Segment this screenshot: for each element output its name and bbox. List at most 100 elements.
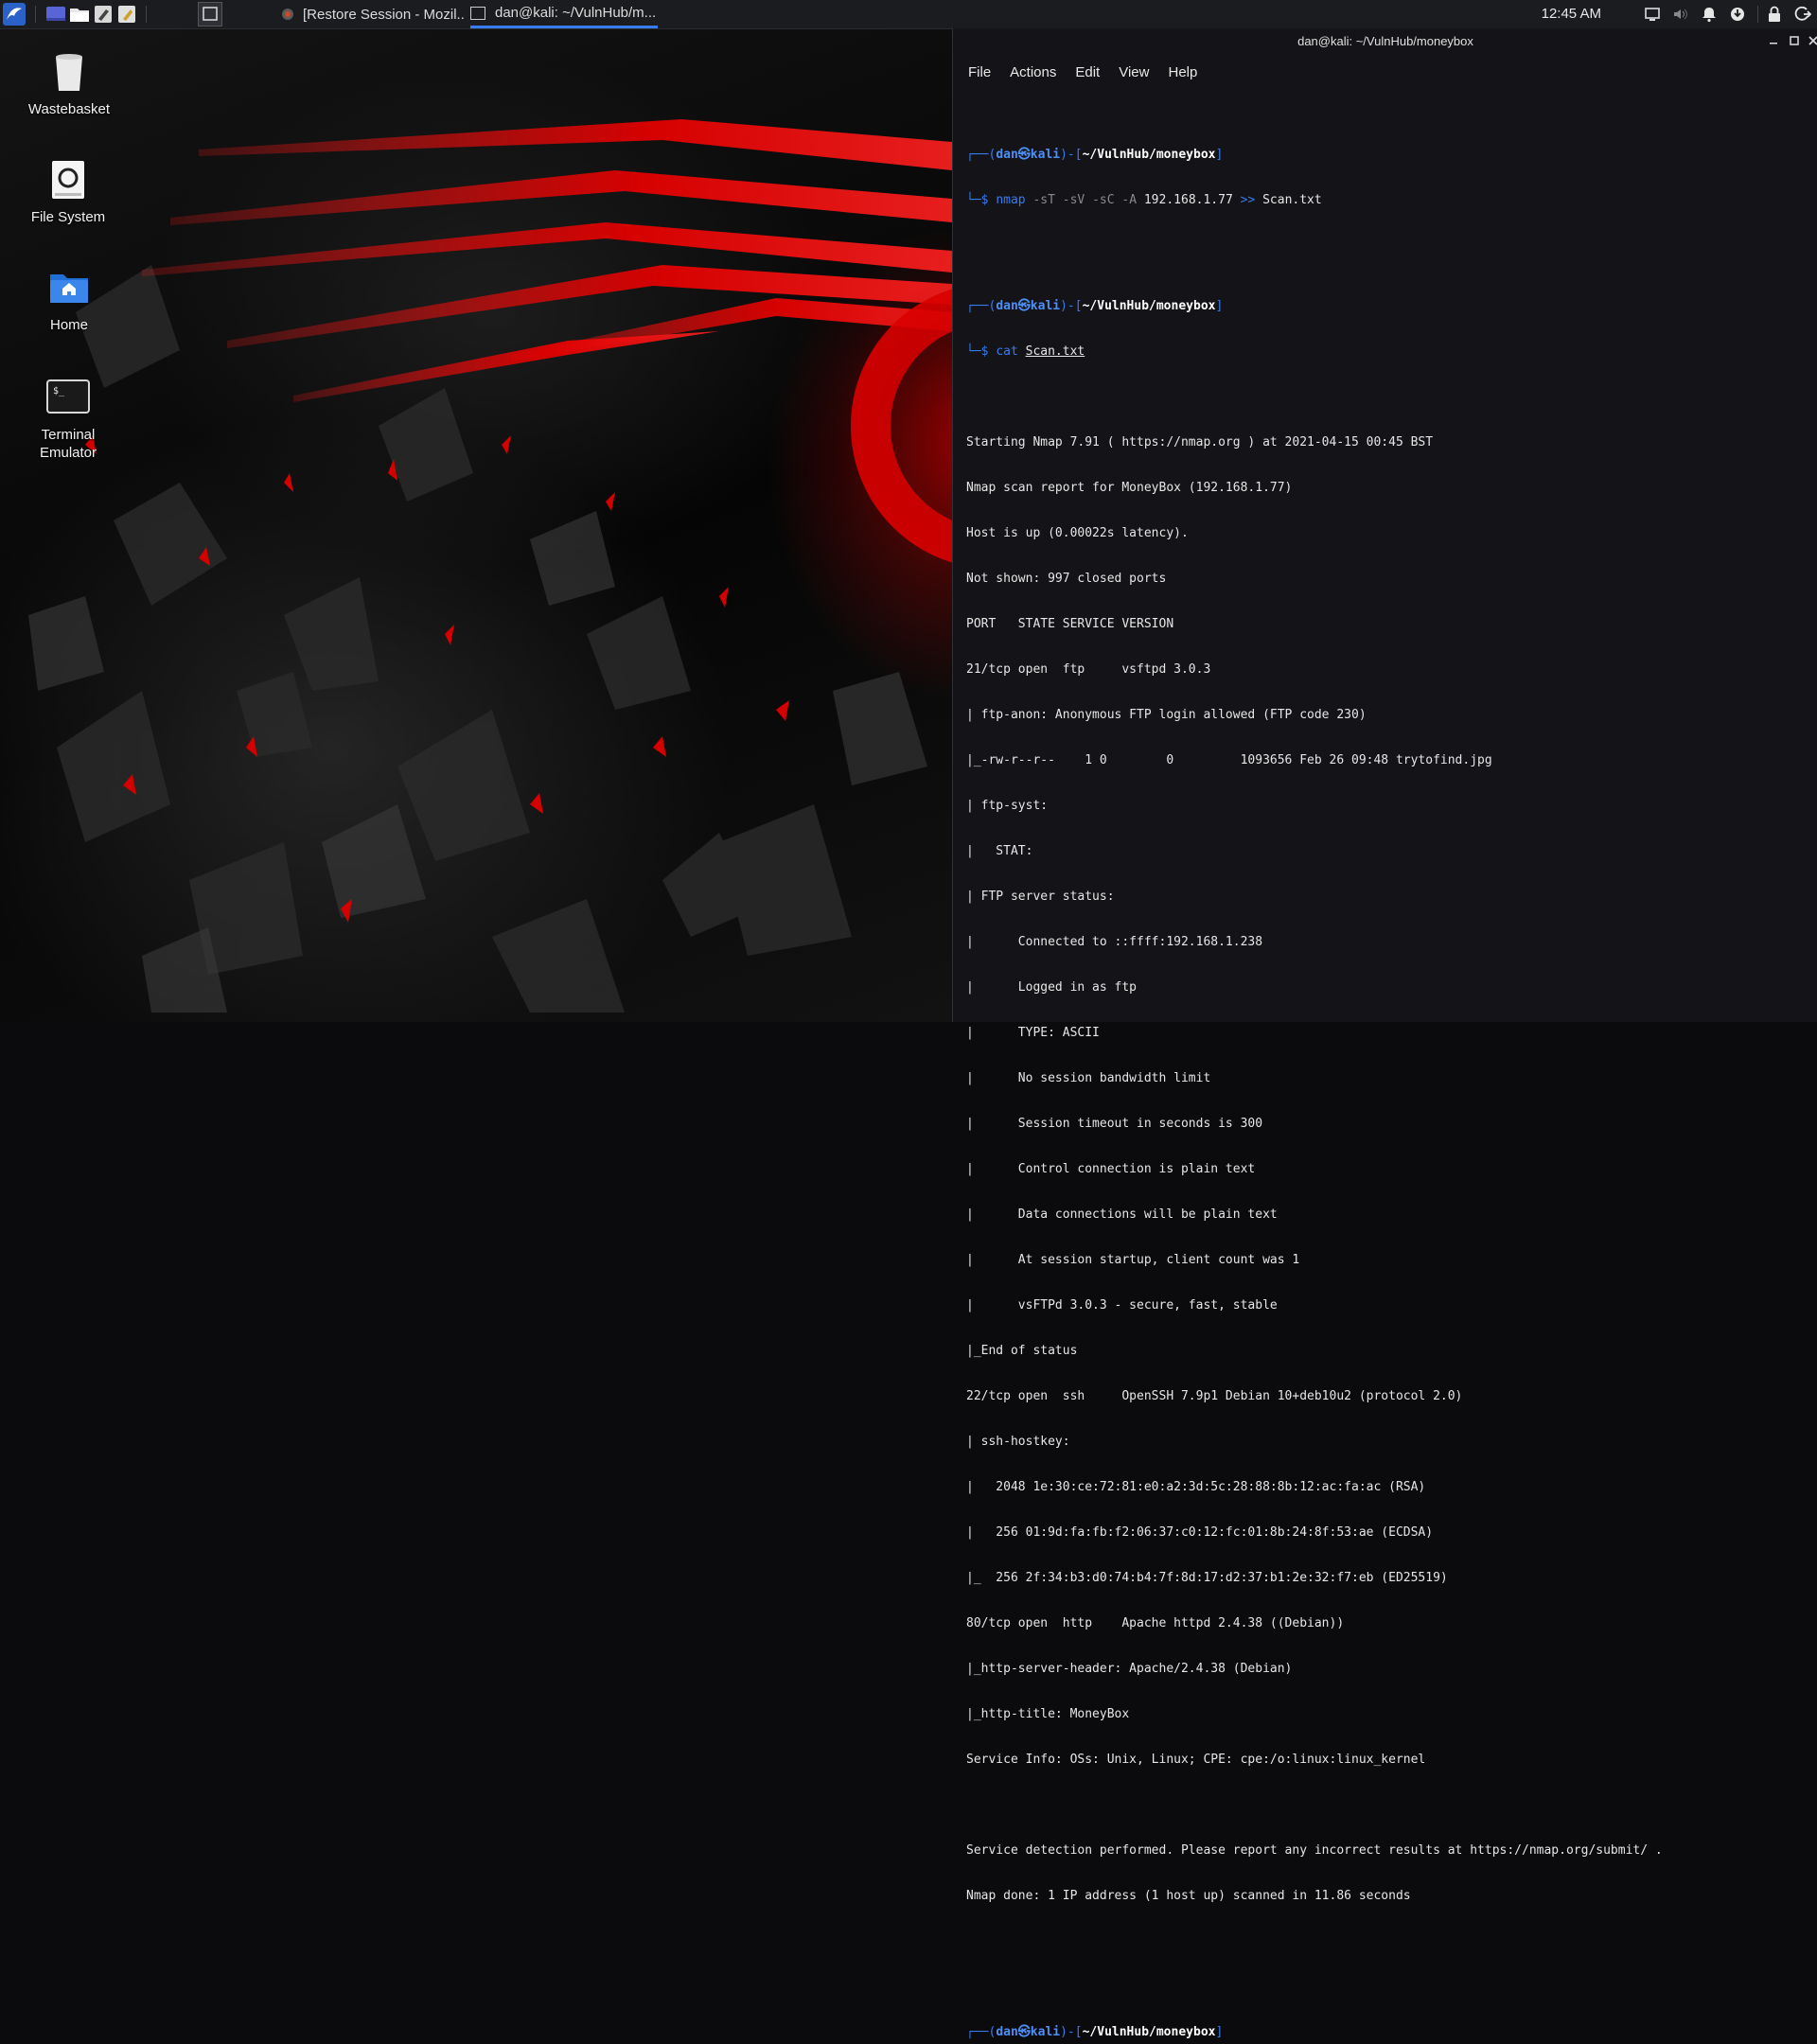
output-line: 21/tcp open ftp vsftpd 3.0.3 xyxy=(966,662,1211,677)
volume-icon[interactable] xyxy=(1672,6,1689,23)
command-line: └─$ nmap -sT -sV -sC -A 192.168.1.77 >> … xyxy=(966,193,1808,208)
output-line: | Session timeout in seconds is 300 xyxy=(966,1117,1263,1131)
icon-label: Wastebasket xyxy=(27,101,111,117)
prompt-user: dan㉿kali xyxy=(996,2025,1061,2039)
terminal-icon: $_ xyxy=(45,375,91,420)
output-line: PORT STATE SERVICE VERSION xyxy=(966,617,1174,631)
task-button-firefox[interactable]: [Restore Session - Mozil... xyxy=(280,0,466,28)
drive-icon xyxy=(45,157,91,203)
icon-label: File System xyxy=(30,209,106,225)
prompt-mid: )-[ xyxy=(1060,299,1083,313)
minimize-icon[interactable] xyxy=(1767,34,1780,47)
notification-bell-icon[interactable] xyxy=(1701,6,1718,23)
top-panel: [Restore Session - Mozil... dan@kali: ~/… xyxy=(0,0,1817,29)
output-line: | vsFTPd 3.0.3 - secure, fast, stable xyxy=(966,1298,1278,1313)
close-icon[interactable] xyxy=(1807,34,1817,47)
home-folder-icon xyxy=(46,265,92,310)
terminal-menubar: File Actions Edit View Help xyxy=(953,55,1817,89)
desktop-wallpaper xyxy=(0,28,952,1022)
prompt-close: ] xyxy=(1215,148,1224,162)
workspace-switcher[interactable] xyxy=(198,2,222,26)
desktop-icon-home[interactable]: Home xyxy=(12,265,126,334)
command-args: 192.168.1.77 xyxy=(1143,193,1241,207)
output-line: | ftp-anon: Anonymous FTP login allowed … xyxy=(966,708,1367,722)
window-title: dan@kali: ~/VulnHub/moneybox xyxy=(1297,34,1473,48)
command-bin: cat xyxy=(996,344,1018,359)
menu-help[interactable]: Help xyxy=(1168,64,1197,80)
output-line: | Control connection is plain text xyxy=(966,1162,1256,1176)
desktop-icon-wastebasket[interactable]: Wastebasket xyxy=(12,49,126,118)
menu-view[interactable]: View xyxy=(1119,64,1149,80)
prompt-path: ~/VulnHub/moneybox xyxy=(1082,2025,1216,2039)
prompt-path: ~/VulnHub/moneybox xyxy=(1082,148,1216,162)
icon-label: Terminal Emulator xyxy=(39,427,97,461)
command-redirect: >> xyxy=(1240,193,1256,207)
output-line: | 2048 1e:30:ce:72:81:e0:a2:3d:5c:28:88:… xyxy=(966,1480,1426,1494)
prompt-mid: )-[ xyxy=(1060,148,1083,162)
command-line: └─$ cat Scan.txt xyxy=(966,344,1808,360)
output-line: | ssh-hostkey: xyxy=(966,1435,1070,1449)
prompt-dollar: └─$ xyxy=(966,193,997,207)
prompt-user: dan㉿kali xyxy=(996,148,1061,162)
wastebasket-icon xyxy=(46,49,92,95)
icon-label: Home xyxy=(49,317,88,333)
panel-separator xyxy=(1757,6,1758,23)
lock-screen-icon[interactable] xyxy=(1766,6,1783,23)
kali-dragon-icon[interactable] xyxy=(3,3,26,26)
output-line: Host is up (0.00022s latency). xyxy=(966,526,1189,540)
output-line: Service detection performed. Please repo… xyxy=(966,1843,1663,1858)
menu-edit[interactable]: Edit xyxy=(1075,64,1100,80)
output-line: |_http-title: MoneyBox xyxy=(966,1707,1130,1721)
output-line: | 256 01:9d:fa:fb:f2:06:37:c0:12:fc:01:8… xyxy=(966,1525,1434,1540)
prompt-close: ] xyxy=(1215,2025,1224,2039)
output-line: |_http-server-header: Apache/2.4.38 (Deb… xyxy=(966,1662,1293,1676)
panel-separator xyxy=(35,6,36,23)
prompt-open: ┌──( xyxy=(966,148,997,162)
output-line: 80/tcp open http Apache httpd 2.4.38 ((D… xyxy=(966,1616,1345,1630)
output-line: 22/tcp open ssh OpenSSH 7.9p1 Debian 10+… xyxy=(966,1389,1463,1403)
prompt-mid: )-[ xyxy=(1060,2025,1083,2039)
wallpaper-art xyxy=(28,119,952,1013)
output-line: | FTP server status: xyxy=(966,890,1115,904)
terminal-titlebar[interactable]: dan@kali: ~/VulnHub/moneybox xyxy=(953,28,1817,55)
output-line: |_-rw-r--r-- 1 0 0 1093656 Feb 26 09:48 … xyxy=(966,753,1492,767)
show-desktop-icon[interactable] xyxy=(44,3,67,26)
terminal-task-icon xyxy=(470,6,485,20)
terminal-content[interactable]: ┌──(dan㉿kali)-[~/VulnHub/moneybox] └─$ n… xyxy=(966,102,1808,2044)
output-line: | Connected to ::ffff:192.168.1.238 xyxy=(966,935,1263,949)
file-manager-icon[interactable] xyxy=(68,3,91,26)
prompt-path: ~/VulnHub/moneybox xyxy=(1082,299,1216,313)
prompt-line: ┌──(dan㉿kali)-[~/VulnHub/moneybox] xyxy=(966,299,1808,314)
maximize-icon[interactable] xyxy=(1788,34,1801,47)
output-line: Service Info: OSs: Unix, Linux; CPE: cpe… xyxy=(966,1753,1426,1767)
network-icon[interactable] xyxy=(1729,6,1746,23)
command-bin: nmap xyxy=(996,193,1026,207)
output-line: Nmap scan report for MoneyBox (192.168.1… xyxy=(966,481,1293,495)
prompt-line: ┌──(dan㉿kali)-[~/VulnHub/moneybox] xyxy=(966,2025,1808,2040)
output-line: |_End of status xyxy=(966,1344,1078,1358)
panel-clock[interactable]: 12:45 AM xyxy=(1542,6,1601,22)
task-label: dan@kali: ~/VulnHub/m... xyxy=(495,5,657,21)
desktop-icon-terminal[interactable]: $_ Terminal Emulator xyxy=(11,375,125,462)
prompt-dollar: └─$ xyxy=(966,344,997,359)
text-editor-icon[interactable] xyxy=(92,3,115,26)
svg-text:$_: $_ xyxy=(53,386,65,396)
output-line: | Logged in as ftp xyxy=(966,980,1138,995)
panel-separator xyxy=(146,6,147,23)
task-label: [Restore Session - Mozil... xyxy=(303,6,466,23)
desktop-icon-file-system[interactable]: File System xyxy=(11,157,125,226)
task-button-terminal[interactable]: dan@kali: ~/VulnHub/m... xyxy=(470,0,658,28)
menu-file[interactable]: File xyxy=(968,64,991,80)
browser-icon[interactable] xyxy=(115,3,138,26)
terminal-window[interactable]: dan@kali: ~/VulnHub/moneybox File Action… xyxy=(952,28,1817,2039)
output-line: Starting Nmap 7.91 ( https://nmap.org ) … xyxy=(966,435,1434,449)
prompt-close: ] xyxy=(1215,299,1224,313)
display-icon[interactable] xyxy=(1644,6,1661,23)
output-line: | At session startup, client count was 1 xyxy=(966,1253,1300,1267)
output-line: Nmap done: 1 IP address (1 host up) scan… xyxy=(966,1889,1411,1903)
output-line: | ftp-syst: xyxy=(966,799,1049,813)
logout-icon[interactable] xyxy=(1794,6,1812,23)
menu-actions[interactable]: Actions xyxy=(1010,64,1056,80)
